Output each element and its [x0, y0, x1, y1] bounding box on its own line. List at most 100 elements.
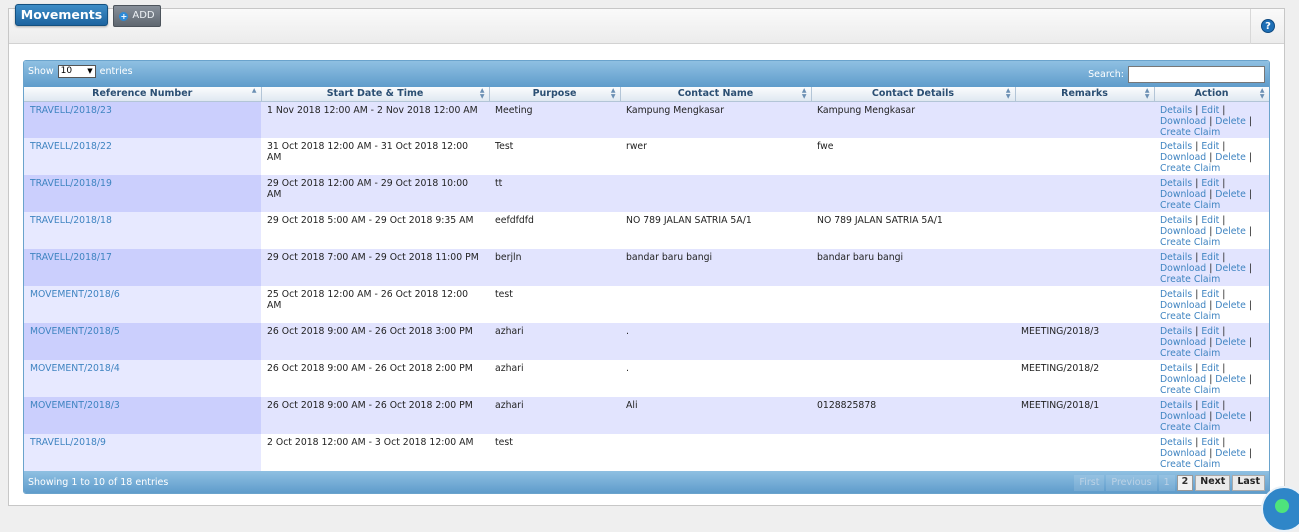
cell-contact-name: . [620, 360, 811, 397]
action-separator: | [1195, 215, 1199, 226]
create-claim-link[interactable]: Create Claim [1160, 274, 1220, 285]
delete-link[interactable]: Delete [1215, 337, 1246, 348]
reference-link[interactable]: TRAVELL/2018/18 [30, 215, 112, 226]
reference-link[interactable]: MOVEMENT/2018/5 [30, 326, 120, 337]
cell-start-date-time: 26 Oct 2018 9:00 AM - 26 Oct 2018 2:00 P… [261, 360, 489, 397]
pager-first[interactable]: First [1074, 475, 1105, 491]
column-header-purpose[interactable]: Purpose ▲ ▼ [489, 87, 621, 102]
reference-link[interactable]: MOVEMENT/2018/4 [30, 363, 120, 374]
reference-link[interactable]: TRAVELL/2018/9 [30, 437, 106, 448]
create-claim-link[interactable]: Create Claim [1160, 348, 1220, 359]
create-claim-link[interactable]: Create Claim [1160, 237, 1220, 248]
table-row: MOVEMENT/2018/3 26 Oct 2018 9:00 AM - 26 … [24, 397, 1269, 434]
column-header-start-date-time[interactable]: Start Date & Time ▲ ▼ [261, 87, 490, 102]
pager-page-1[interactable]: 1 [1158, 475, 1175, 491]
action-separator: | [1248, 263, 1252, 274]
pager-last[interactable]: Last [1232, 475, 1265, 491]
movements-panel: Movements + ADD ? Show 10 ▼ entries Sear… [8, 4, 1285, 506]
delete-link[interactable]: Delete [1215, 263, 1246, 274]
movements-tab[interactable]: Movements [15, 4, 108, 26]
edit-link[interactable]: Edit [1201, 178, 1219, 189]
reference-link[interactable]: MOVEMENT/2018/3 [30, 400, 120, 411]
create-claim-link[interactable]: Create Claim [1160, 200, 1220, 211]
chat-widget-button[interactable] [1261, 486, 1299, 532]
delete-link[interactable]: Delete [1215, 448, 1246, 459]
reference-link[interactable]: TRAVELL/2018/23 [30, 105, 112, 116]
edit-link[interactable]: Edit [1201, 363, 1219, 374]
cell-contact-details [811, 286, 1015, 323]
search-input[interactable] [1128, 66, 1265, 83]
create-claim-link[interactable]: Create Claim [1160, 163, 1220, 174]
reference-link[interactable]: TRAVELL/2018/17 [30, 252, 112, 263]
edit-link[interactable]: Edit [1201, 105, 1219, 116]
reference-link[interactable]: TRAVELL/2018/19 [30, 178, 112, 189]
cell-contact-name [620, 434, 811, 471]
action-separator: | [1209, 411, 1213, 422]
column-header-contact-details[interactable]: Contact Details ▲ ▼ [811, 87, 1016, 102]
download-link[interactable]: Download [1160, 411, 1206, 422]
delete-link[interactable]: Delete [1215, 374, 1246, 385]
column-header-label: Contact Name [677, 88, 754, 100]
delete-link[interactable]: Delete [1215, 116, 1246, 127]
column-header-contact-name[interactable]: Contact Name ▲ ▼ [620, 87, 812, 102]
download-link[interactable]: Download [1160, 152, 1206, 163]
details-link[interactable]: Details [1160, 252, 1192, 263]
pager-next[interactable]: Next [1195, 475, 1231, 491]
pager-previous[interactable]: Previous [1106, 475, 1157, 491]
cell-purpose: tt [489, 175, 620, 212]
edit-link[interactable]: Edit [1201, 437, 1219, 448]
edit-link[interactable]: Edit [1201, 141, 1219, 152]
table-row: TRAVELL/2018/18 29 Oct 2018 5:00 AM - 29 … [24, 212, 1269, 249]
details-link[interactable]: Details [1160, 289, 1192, 300]
add-button[interactable]: + ADD [113, 5, 161, 27]
pager-page-2[interactable]: 2 [1176, 475, 1194, 491]
download-link[interactable]: Download [1160, 226, 1206, 237]
entries-select[interactable]: 10 ▼ [57, 65, 96, 78]
details-link[interactable]: Details [1160, 178, 1192, 189]
create-claim-link[interactable]: Create Claim [1160, 459, 1220, 470]
details-link[interactable]: Details [1160, 105, 1192, 116]
column-header-remarks[interactable]: Remarks ▲ ▼ [1015, 87, 1155, 102]
cell-contact-name: Kampung Mengkasar [620, 101, 811, 138]
create-claim-link[interactable]: Create Claim [1160, 422, 1220, 433]
table-row: MOVEMENT/2018/5 26 Oct 2018 9:00 AM - 26 … [24, 323, 1269, 360]
delete-link[interactable]: Delete [1215, 189, 1246, 200]
cell-start-date-time: 29 Oct 2018 12:00 AM - 29 Oct 2018 10:00… [261, 175, 489, 212]
download-link[interactable]: Download [1160, 116, 1206, 127]
details-link[interactable]: Details [1160, 215, 1192, 226]
download-link[interactable]: Download [1160, 337, 1206, 348]
delete-link[interactable]: Delete [1215, 411, 1246, 422]
create-claim-link[interactable]: Create Claim [1160, 127, 1220, 138]
edit-link[interactable]: Edit [1201, 289, 1219, 300]
edit-link[interactable]: Edit [1201, 252, 1219, 263]
details-link[interactable]: Details [1160, 326, 1192, 337]
edit-link[interactable]: Edit [1201, 326, 1219, 337]
delete-link[interactable]: Delete [1215, 300, 1246, 311]
download-link[interactable]: Download [1160, 263, 1206, 274]
create-claim-link[interactable]: Create Claim [1160, 385, 1220, 396]
column-header-reference-number[interactable]: Reference Number ▲ [24, 87, 262, 102]
cell-remarks [1015, 434, 1154, 471]
details-link[interactable]: Details [1160, 437, 1192, 448]
details-link[interactable]: Details [1160, 363, 1192, 374]
download-link[interactable]: Download [1160, 448, 1206, 459]
delete-link[interactable]: Delete [1215, 226, 1246, 237]
download-link[interactable]: Download [1160, 189, 1206, 200]
help-area: ? [1250, 9, 1284, 44]
download-link[interactable]: Download [1160, 300, 1206, 311]
cell-reference-number: TRAVELL/2018/18 [24, 212, 261, 249]
table-row: MOVEMENT/2018/6 25 Oct 2018 12:00 AM - 26… [24, 286, 1269, 323]
cell-remarks [1015, 138, 1154, 175]
create-claim-link[interactable]: Create Claim [1160, 311, 1220, 322]
edit-link[interactable]: Edit [1201, 215, 1219, 226]
edit-link[interactable]: Edit [1201, 400, 1219, 411]
delete-link[interactable]: Delete [1215, 152, 1246, 163]
column-header-action[interactable]: Action ▲ ▼ [1154, 87, 1269, 102]
reference-link[interactable]: MOVEMENT/2018/6 [30, 289, 120, 300]
download-link[interactable]: Download [1160, 374, 1206, 385]
details-link[interactable]: Details [1160, 400, 1192, 411]
details-link[interactable]: Details [1160, 141, 1192, 152]
help-icon[interactable]: ? [1261, 19, 1275, 33]
reference-link[interactable]: TRAVELL/2018/22 [30, 141, 112, 152]
sort-icon: ▲ ▼ [1005, 87, 1011, 100]
